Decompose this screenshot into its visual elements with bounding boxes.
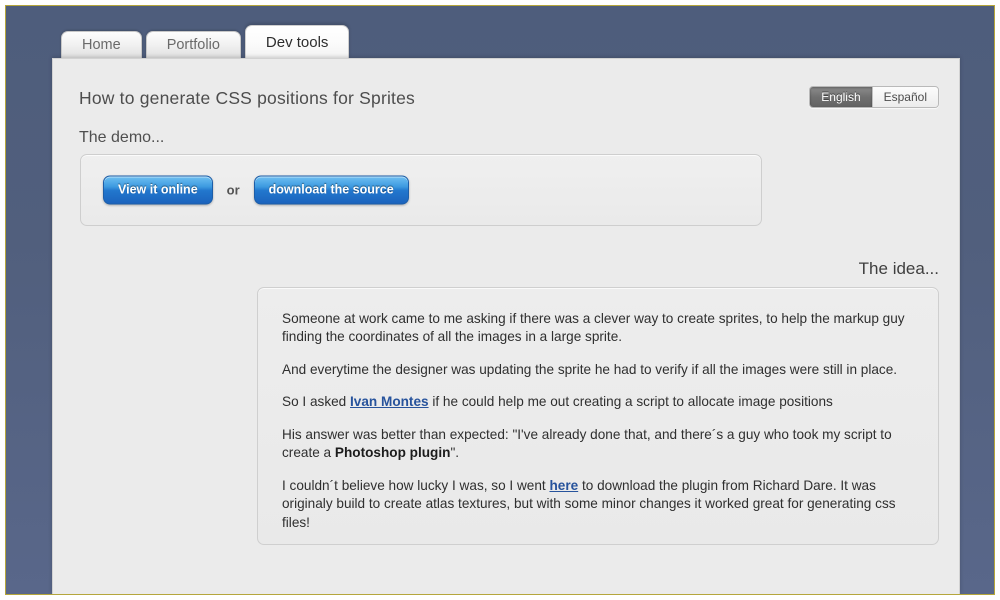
idea-link[interactable]: here	[549, 478, 578, 493]
idea-paragraph: And everytime the designer was updating …	[282, 361, 914, 379]
tab-bar: Home Portfolio Dev tools	[61, 25, 353, 59]
language-option-english[interactable]: English	[810, 87, 871, 107]
idea-text: So I asked	[282, 394, 350, 409]
idea-paragraph: So I asked Ivan Montes if he could help …	[282, 393, 914, 411]
tab-portfolio[interactable]: Portfolio	[146, 31, 241, 59]
demo-box: View it online or download the source	[80, 154, 762, 226]
view-it-online-button[interactable]: View it online	[103, 176, 213, 205]
demo-heading: The demo...	[79, 129, 164, 147]
idea-text: if he could help me out creating a scrip…	[429, 394, 833, 409]
page-frame: Home Portfolio Dev tools How to generate…	[0, 0, 1000, 600]
tab-home[interactable]: Home	[61, 31, 142, 59]
browser-window: Home Portfolio Dev tools How to generate…	[5, 5, 995, 595]
idea-text: I couldn´t believe how lucky I was, so I…	[282, 478, 549, 493]
idea-emphasis: Photoshop plugin	[335, 445, 451, 460]
or-separator: or	[227, 183, 240, 198]
idea-text: ".	[450, 445, 459, 460]
idea-text: Someone at work came to me asking if the…	[282, 311, 905, 344]
idea-text: And everytime the designer was updating …	[282, 362, 897, 377]
idea-paragraph: His answer was better than expected: "I'…	[282, 426, 914, 463]
idea-paragraph: Someone at work came to me asking if the…	[282, 310, 914, 347]
demo-actions: View it online or download the source	[103, 176, 409, 205]
content-panel: How to generate CSS positions for Sprite…	[52, 58, 960, 594]
language-option-espanol[interactable]: Español	[872, 87, 938, 107]
page-title: How to generate CSS positions for Sprite…	[79, 88, 415, 109]
language-switch[interactable]: English Español	[809, 86, 939, 108]
idea-heading: The idea...	[859, 259, 939, 279]
tab-dev-tools[interactable]: Dev tools	[245, 25, 350, 59]
idea-panel: Someone at work came to me asking if the…	[257, 287, 939, 545]
idea-paragraph: I couldn´t believe how lucky I was, so I…	[282, 477, 914, 532]
download-the-source-button[interactable]: download the source	[254, 176, 409, 205]
idea-link[interactable]: Ivan Montes	[350, 394, 429, 409]
